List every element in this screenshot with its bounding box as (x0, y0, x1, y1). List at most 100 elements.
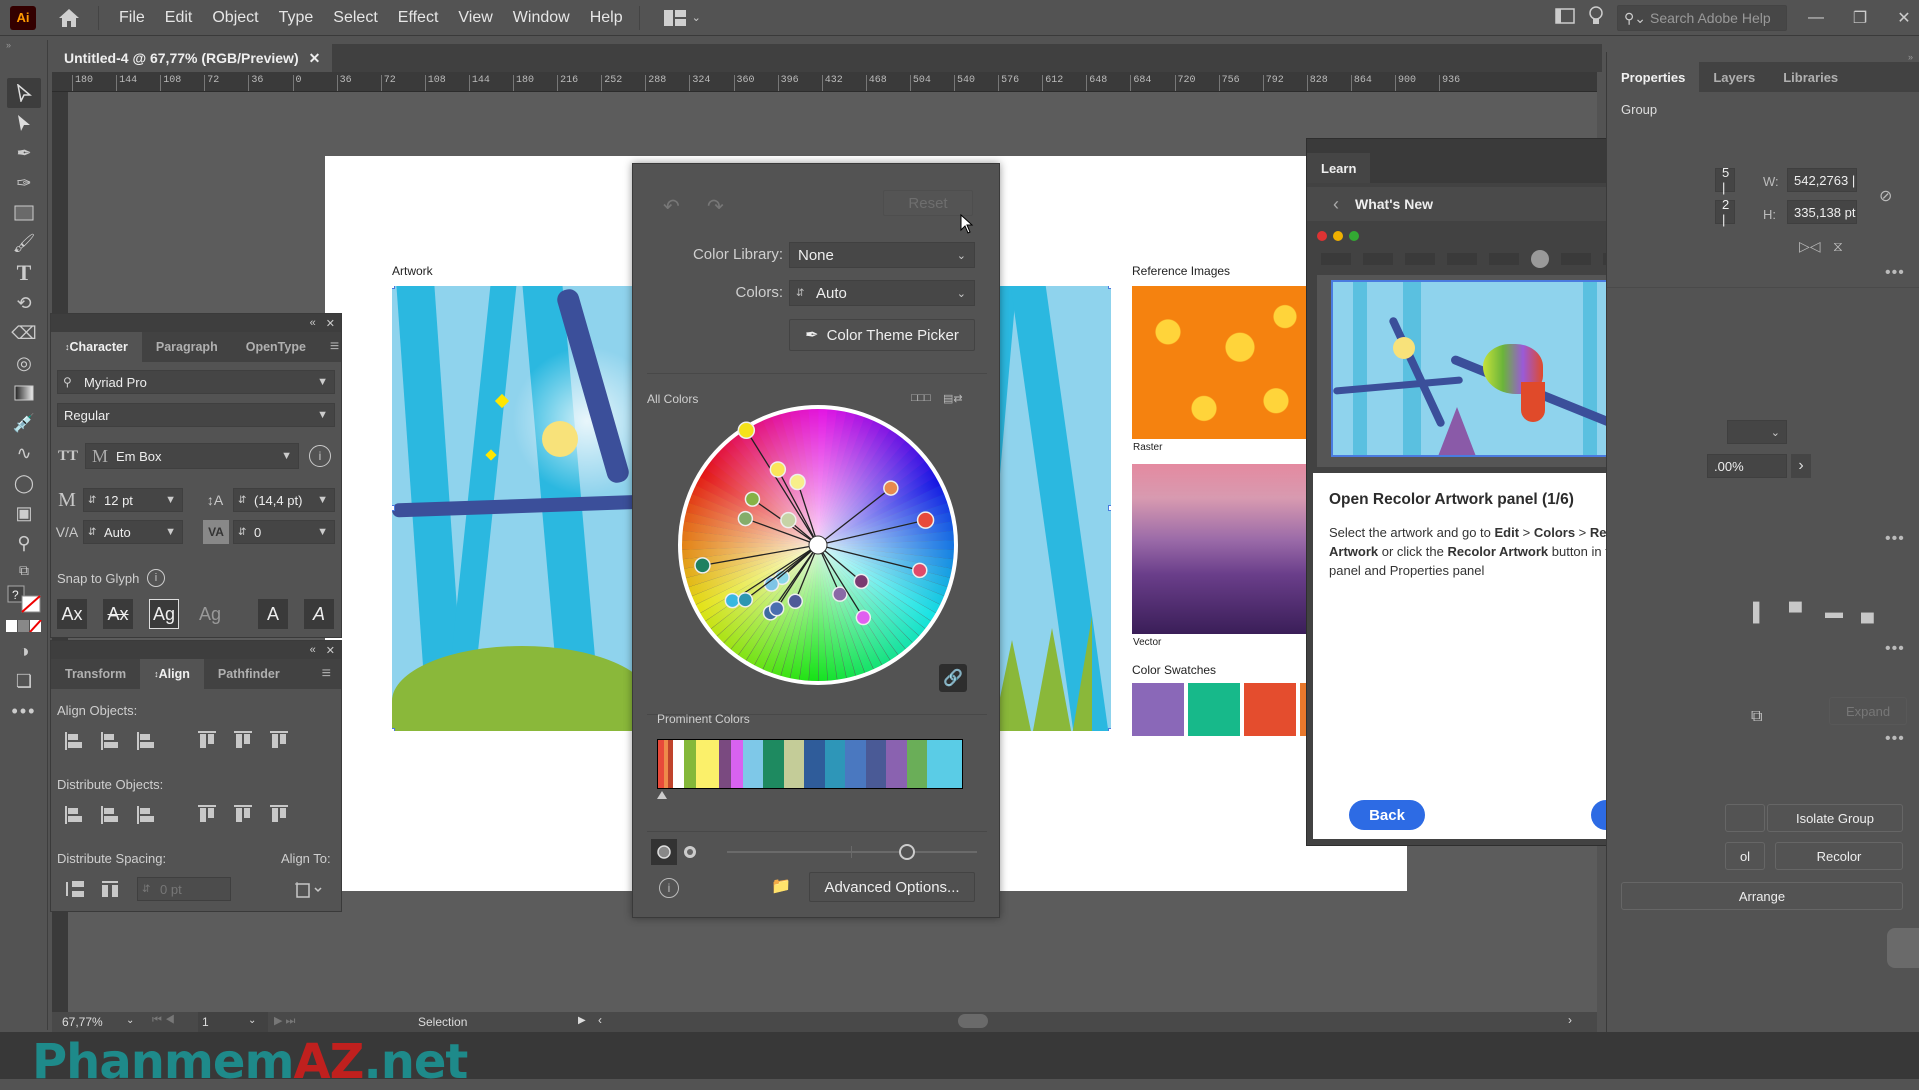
chevron-down-icon[interactable]: ⌄ (126, 1015, 134, 1026)
align-horizontal-center-icon[interactable] (97, 729, 125, 753)
brightness-slider[interactable] (727, 851, 977, 853)
scroll-left-icon[interactable]: ‹ (598, 1013, 602, 1027)
more-options-icon[interactable]: ••• (1885, 730, 1905, 748)
snap-glyph-bounds-button[interactable]: Ag (149, 599, 179, 629)
color-swatch[interactable] (1132, 683, 1184, 736)
direct-selection-tool-icon[interactable] (0, 108, 48, 138)
prominent-color-segment[interactable] (719, 740, 732, 788)
close-tab-icon[interactable]: ✕ (309, 50, 321, 67)
zoom-level[interactable]: 67,77% (62, 1015, 103, 1029)
minimize-button[interactable]: — (1801, 5, 1831, 31)
color-node[interactable] (853, 573, 870, 590)
rectangle-tool-icon[interactable] (0, 198, 48, 228)
align-right-icon[interactable] (133, 729, 161, 753)
distribute-right-icon[interactable] (265, 803, 293, 827)
chevron-down-icon[interactable]: ▼ (317, 526, 328, 538)
color-node[interactable] (744, 491, 761, 507)
color-theme-picker-button[interactable]: ✒ Color Theme Picker (789, 319, 975, 351)
color-node[interactable] (694, 557, 711, 574)
kerning-field[interactable]: ⇵ Auto ▼ (83, 520, 183, 544)
chevron-down-icon[interactable]: ⌄ (248, 1015, 256, 1026)
opacity-field[interactable]: .00% (1707, 454, 1787, 478)
document-tab[interactable]: Untitled-4 @ 67,77% (RGB/Preview) ✕ (52, 44, 332, 72)
brightness-slider-handle[interactable] (899, 844, 915, 860)
color-node[interactable] (916, 511, 935, 529)
color-node[interactable] (737, 421, 756, 440)
status-menu-icon[interactable]: ▶ (578, 1015, 586, 1026)
side-tab[interactable] (1887, 928, 1919, 968)
scroll-right-icon[interactable]: › (1568, 1013, 1572, 1027)
font-size-field[interactable]: ⇵ 12 pt ▼ (83, 488, 183, 512)
menu-file[interactable]: File (109, 9, 155, 27)
align-top-icon[interactable]: ▀ (1789, 602, 1802, 623)
tab-layers[interactable]: Layers (1699, 62, 1769, 92)
menu-select[interactable]: Select (323, 9, 387, 27)
chevron-down-icon[interactable]: ▼ (165, 526, 176, 538)
first-artboard-icon[interactable]: ⏮ ◀ (152, 1014, 175, 1027)
snap-x-height-button[interactable]: Ax (103, 599, 133, 629)
align-top-icon[interactable] (193, 729, 221, 753)
prominent-color-segment[interactable] (845, 740, 866, 788)
snap-proximity-guides-button[interactable]: Ag (195, 599, 225, 629)
color-swatch[interactable] (1188, 683, 1240, 736)
menu-view[interactable]: View (448, 9, 502, 27)
snap-anchor-point-button[interactable]: A (304, 599, 334, 629)
color-node[interactable] (780, 511, 797, 529)
align-to-select[interactable] (289, 877, 329, 901)
height-field[interactable]: 335,138 pt (1787, 200, 1857, 224)
strip-slider-handle[interactable] (657, 791, 667, 799)
paintbrush-tool-icon[interactable]: 🖌 (0, 228, 48, 258)
distribute-top-icon[interactable] (61, 803, 89, 827)
color-node[interactable] (855, 609, 872, 626)
blend-tool-icon[interactable]: ∿ (0, 438, 48, 468)
color-node[interactable] (768, 600, 785, 617)
artboard-number-field[interactable]: 1 (198, 1012, 268, 1032)
selection-tool-icon[interactable] (7, 78, 41, 108)
tab-align[interactable]: ↕ Align (140, 659, 204, 689)
tab-paragraph[interactable]: Paragraph (142, 332, 232, 362)
zoom-tool-icon[interactable]: ⚲ (0, 528, 48, 558)
constrain-proportions-icon[interactable]: ⊘ (1879, 186, 1892, 206)
menu-window[interactable]: Window (503, 9, 580, 27)
eyedropper-tool-icon[interactable]: 💉 (0, 408, 48, 438)
drawing-mode-icon[interactable]: ◑ (0, 636, 48, 666)
last-artboard-icon[interactable]: ▶ ⏭ (274, 1014, 295, 1028)
color-swatch[interactable] (1244, 683, 1296, 736)
align-left-icon[interactable] (61, 729, 89, 753)
info-icon[interactable]: i (147, 569, 165, 587)
flip-vertical-icon[interactable]: ⧖ (1833, 238, 1843, 255)
align-right-icon[interactable]: ▌ (1753, 602, 1766, 623)
em-box-select[interactable]: M Em Box ▼ (85, 443, 299, 469)
expand-button[interactable]: Expand (1829, 697, 1907, 725)
info-icon[interactable]: i (309, 445, 331, 467)
stepper-icon[interactable]: ⇵ (796, 288, 804, 299)
chevron-down-icon[interactable]: ▼ (317, 376, 328, 388)
tracking-field[interactable]: ⇵ 0 ▼ (233, 520, 335, 544)
distribute-bottom-icon[interactable] (133, 803, 161, 827)
close-window-button[interactable]: ✕ (1889, 5, 1919, 31)
prominent-color-segment[interactable] (824, 740, 846, 788)
color-node[interactable] (789, 473, 806, 491)
rotate-tool-icon[interactable]: ⟲ (0, 288, 48, 318)
partial-button[interactable] (1725, 804, 1765, 832)
prominent-color-segment[interactable] (684, 740, 696, 788)
distribute-left-icon[interactable] (193, 803, 221, 827)
color-wheel[interactable] (673, 400, 963, 690)
reset-button[interactable]: Reset (883, 190, 973, 216)
chevron-down-icon[interactable]: ⌄ (957, 287, 966, 300)
restore-button[interactable]: ❐ (1845, 5, 1875, 31)
font-family-field[interactable]: ⚲ Myriad Pro ▼ (57, 370, 335, 394)
workspace-switcher[interactable]: ⌄ (663, 9, 701, 26)
prominent-color-segment[interactable] (906, 740, 927, 788)
isolate-group-button[interactable]: Isolate Group (1767, 804, 1903, 832)
menu-edit[interactable]: Edit (155, 9, 203, 27)
chevron-down-icon[interactable]: ▼ (165, 494, 176, 506)
collapse-icon[interactable]: » (0, 40, 47, 50)
color-node[interactable] (787, 593, 804, 610)
stepper-icon[interactable]: ⇵ (238, 495, 246, 506)
menu-effect[interactable]: Effect (388, 9, 449, 27)
color-node[interactable] (769, 461, 787, 478)
artboard-tool-icon[interactable]: ▣ (0, 498, 48, 528)
more-tools-icon[interactable]: ••• (0, 696, 48, 726)
stepper-icon[interactable]: ⇵ (238, 527, 246, 538)
